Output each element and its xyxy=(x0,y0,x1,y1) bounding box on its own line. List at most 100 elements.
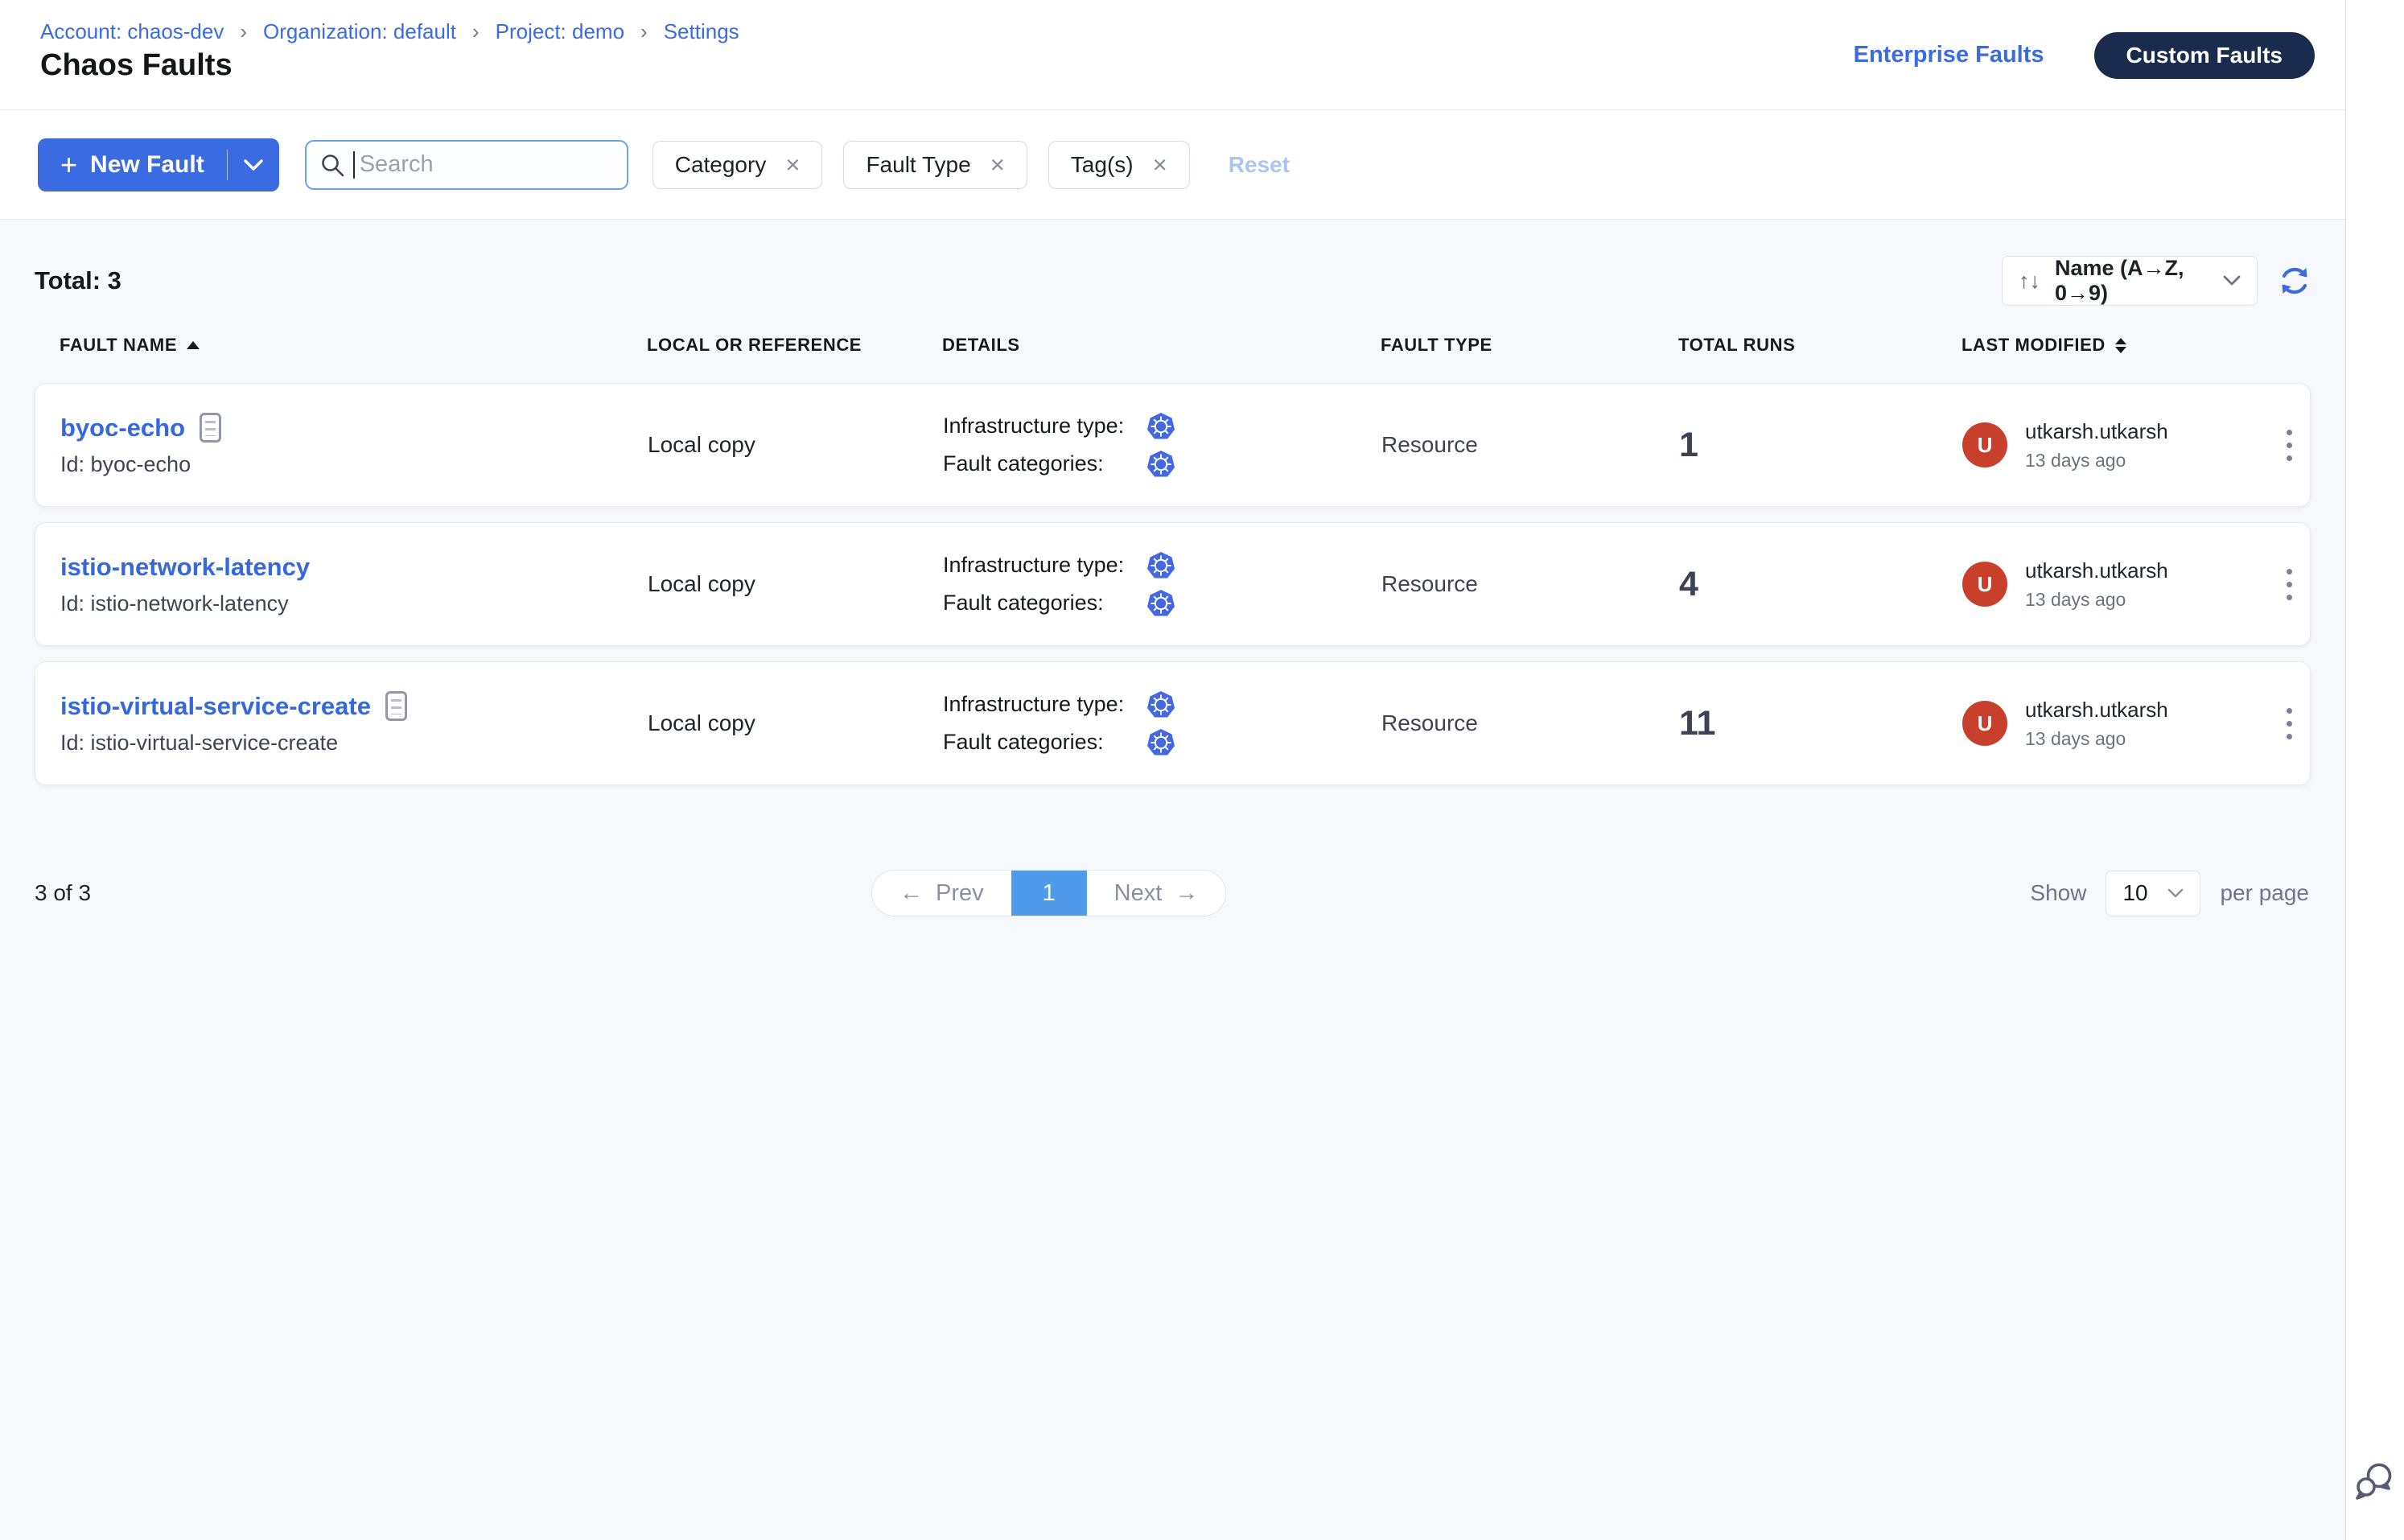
column-header-fault-name[interactable]: FAULT NAME xyxy=(60,335,647,356)
last-modified-cell: U utkarsh.utkarsh 13 days ago xyxy=(1962,558,2268,611)
sort-dropdown[interactable]: ↑↓ Name (A→Z, 0→9) xyxy=(2002,256,2258,306)
chat-bubbles-icon xyxy=(2353,1459,2398,1504)
table-row: istio-network-latency Id: istio-network-… xyxy=(35,522,2311,646)
column-header-last-modified[interactable]: LAST MODIFIED xyxy=(1961,335,2267,356)
infrastructure-type-label: Infrastructure type: xyxy=(943,414,1146,439)
total-runs-cell: 1 xyxy=(1679,426,1962,465)
column-label: TOTAL RUNS xyxy=(1678,335,1795,356)
page-size-dropdown[interactable]: 10 xyxy=(2106,871,2200,916)
kubernetes-icon xyxy=(1146,450,1175,479)
fault-type-cell: Resource xyxy=(1381,571,1679,597)
manifest-doc-icon[interactable] xyxy=(200,413,221,443)
more-options-button[interactable] xyxy=(2282,425,2297,466)
sort-controls: ↑↓ Name (A→Z, 0→9) xyxy=(2002,256,2311,306)
new-fault-split-button: + New Fault xyxy=(38,138,279,191)
page-title: Chaos Faults xyxy=(40,48,233,83)
close-icon[interactable]: × xyxy=(990,152,1005,177)
kubernetes-icon xyxy=(1146,690,1175,719)
fault-categories-label: Fault categories: xyxy=(943,730,1146,755)
breadcrumb-separator: › xyxy=(640,19,648,44)
column-header-local-or-reference: LOCAL OR REFERENCE xyxy=(647,335,942,356)
total-count-label: Total: 3 xyxy=(35,266,121,295)
page-size-value: 10 xyxy=(2122,880,2147,906)
new-fault-dropdown-button[interactable] xyxy=(228,138,279,191)
row-actions-cell xyxy=(2268,703,2310,744)
details-cell: Infrastructure type: Fault categories: xyxy=(943,551,1381,618)
column-label: FAULT TYPE xyxy=(1381,335,1492,356)
modified-by: utkarsh.utkarsh xyxy=(2025,698,2168,723)
fault-name-link[interactable]: istio-virtual-service-create xyxy=(60,692,371,721)
main-column: Account: chaos-dev › Organization: defau… xyxy=(0,0,2345,1540)
sort-selected-value: Name (A→Z, 0→9) xyxy=(2055,256,2208,306)
avatar: U xyxy=(1962,422,2007,467)
sort-ascending-icon xyxy=(187,341,200,349)
more-options-button[interactable] xyxy=(2282,703,2297,744)
details-cell: Infrastructure type: Fault categories: xyxy=(943,412,1381,479)
breadcrumb-organization[interactable]: Organization: default xyxy=(263,19,456,44)
last-modified-cell: U utkarsh.utkarsh 13 days ago xyxy=(1962,698,2268,750)
items-count-label: 3 of 3 xyxy=(35,880,91,906)
show-label: Show xyxy=(2030,880,2086,906)
filter-chip-fault-type[interactable]: Fault Type × xyxy=(843,141,1027,189)
last-modified-cell: U utkarsh.utkarsh 13 days ago xyxy=(1962,419,2268,471)
column-header-fault-type: FAULT TYPE xyxy=(1381,335,1678,356)
more-options-button[interactable] xyxy=(2282,564,2297,605)
fault-name-link[interactable]: istio-network-latency xyxy=(60,553,310,582)
column-label: FAULT NAME xyxy=(60,335,177,356)
sort-both-icon xyxy=(2115,338,2126,353)
filter-chip-category[interactable]: Category × xyxy=(652,141,823,189)
fault-id: Id: istio-virtual-service-create xyxy=(60,731,648,756)
fault-type-cell: Resource xyxy=(1381,432,1679,458)
per-page-label: per page xyxy=(2220,880,2309,906)
prev-page-button[interactable]: ← Prev xyxy=(872,871,1011,916)
breadcrumb-account[interactable]: Account: chaos-dev xyxy=(40,19,224,44)
breadcrumb-separator: › xyxy=(472,19,480,44)
reset-filters-button[interactable]: Reset xyxy=(1229,152,1290,178)
local-or-reference-cell: Local copy xyxy=(648,710,943,736)
table-row: byoc-echo Id: byoc-echo Local copy Infra… xyxy=(35,383,2311,507)
fault-list: byoc-echo Id: byoc-echo Local copy Infra… xyxy=(35,383,2311,785)
kubernetes-icon xyxy=(1146,551,1175,580)
current-page-button[interactable]: 1 xyxy=(1011,871,1087,916)
kubernetes-icon xyxy=(1146,589,1175,618)
arrow-right-icon: → xyxy=(1175,880,1198,907)
chevron-down-icon xyxy=(2167,888,2184,899)
breadcrumb-settings[interactable]: Settings xyxy=(664,19,739,44)
total-runs-cell: 4 xyxy=(1679,565,1962,604)
details-cell: Infrastructure type: Fault categories: xyxy=(943,690,1381,757)
column-label: LOCAL OR REFERENCE xyxy=(647,335,862,356)
refresh-icon xyxy=(2278,265,2311,297)
next-label: Next xyxy=(1114,880,1163,907)
kubernetes-icon xyxy=(1146,728,1175,757)
column-label: DETAILS xyxy=(942,335,1020,356)
new-fault-label: New Fault xyxy=(90,151,204,179)
fault-categories-label: Fault categories: xyxy=(943,451,1146,476)
avatar: U xyxy=(1962,701,2007,746)
modified-by: utkarsh.utkarsh xyxy=(2025,558,2168,583)
custom-faults-button[interactable]: Custom Faults xyxy=(2094,32,2315,79)
help-chat-button[interactable] xyxy=(2353,1459,2398,1508)
avatar: U xyxy=(1962,562,2007,607)
breadcrumb-project[interactable]: Project: demo xyxy=(496,19,624,44)
list-controls-row: Total: 3 ↑↓ Name (A→Z, 0→9) xyxy=(35,256,2311,306)
sort-arrows-icon: ↑↓ xyxy=(2019,269,2040,294)
close-icon[interactable]: × xyxy=(1153,152,1167,177)
enterprise-faults-link[interactable]: Enterprise Faults xyxy=(1854,42,2044,68)
filter-chip-tags[interactable]: Tag(s) × xyxy=(1048,141,1190,189)
column-label: LAST MODIFIED xyxy=(1961,335,2106,356)
content-area: Total: 3 ↑↓ Name (A→Z, 0→9) xyxy=(0,220,2345,1540)
table-row: istio-virtual-service-create Id: istio-v… xyxy=(35,661,2311,785)
fault-id: Id: istio-network-latency xyxy=(60,591,648,616)
local-or-reference-cell: Local copy xyxy=(648,432,943,458)
fault-categories-label: Fault categories: xyxy=(943,591,1146,616)
filter-chip-label: Category xyxy=(675,152,767,178)
new-fault-button[interactable]: + New Fault xyxy=(38,138,227,191)
manifest-doc-icon[interactable] xyxy=(385,691,407,721)
prev-label: Prev xyxy=(936,880,984,907)
close-icon[interactable]: × xyxy=(785,152,800,177)
fault-name-link[interactable]: byoc-echo xyxy=(60,414,185,443)
refresh-button[interactable] xyxy=(2278,265,2311,297)
fault-name-cell: byoc-echo Id: byoc-echo xyxy=(60,413,648,477)
next-page-button[interactable]: Next → xyxy=(1087,871,1226,916)
filter-chips: Category × Fault Type × Tag(s) × xyxy=(652,141,1190,189)
